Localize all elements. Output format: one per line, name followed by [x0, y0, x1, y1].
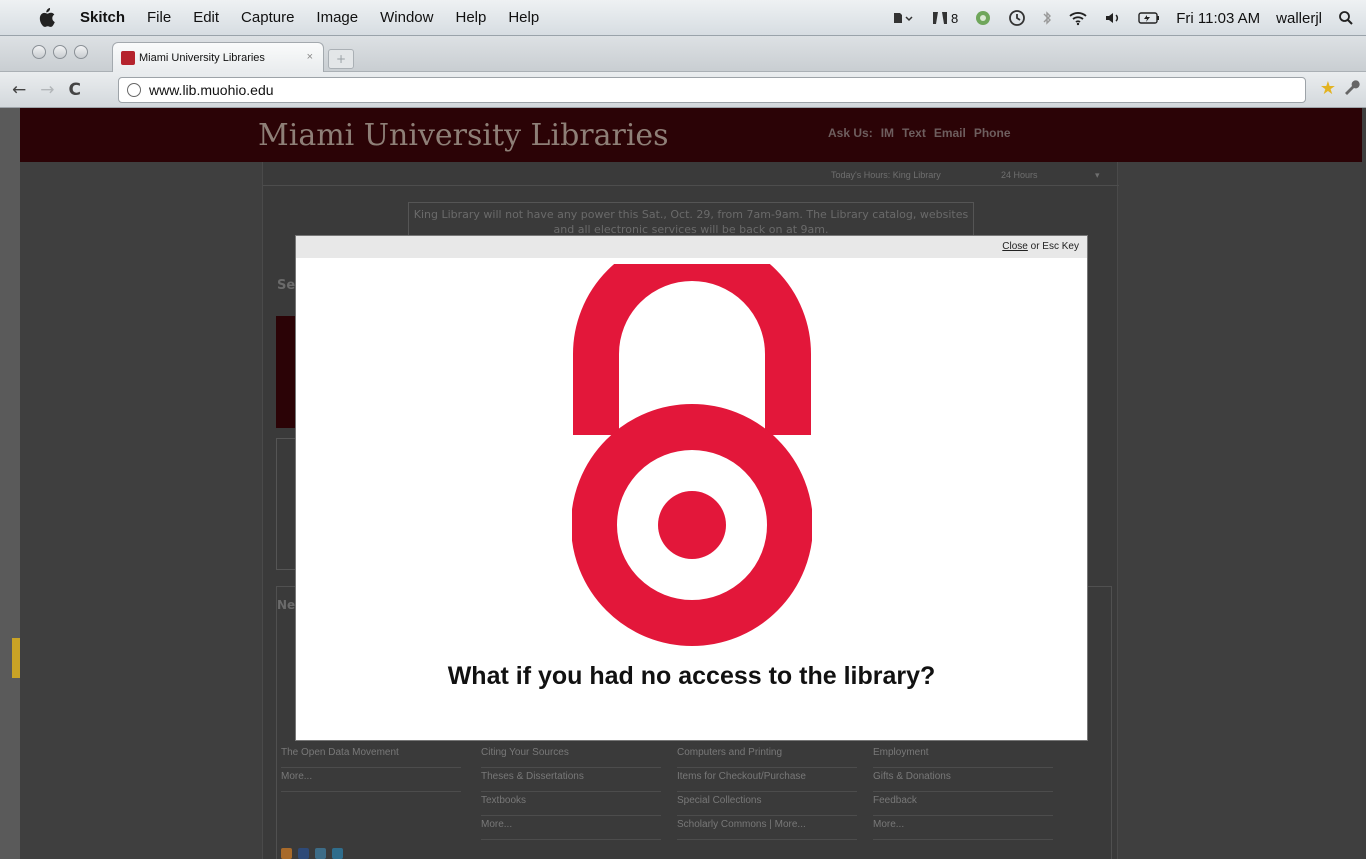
favicon-icon: [121, 50, 135, 65]
window-close-button[interactable]: [32, 45, 46, 59]
footer-link[interactable]: Feedback: [873, 792, 1053, 816]
reload-icon[interactable]: C: [69, 80, 81, 100]
hours-select[interactable]: 24 Hours: [1001, 170, 1038, 180]
browser-tab-active[interactable]: Miami University Libraries ×: [112, 42, 324, 72]
menu-help-2[interactable]: Help: [508, 9, 539, 26]
open-access-lock-icon: [572, 264, 812, 646]
footer-link[interactable]: Special Collections: [677, 792, 857, 816]
lock-keyhole: [658, 491, 726, 559]
menu-file[interactable]: File: [147, 9, 171, 26]
search-box-fragment: [276, 316, 296, 428]
footer-col-4: Employment Gifts & Donations Feedback Mo…: [873, 744, 1053, 840]
ask-us-text-link[interactable]: Text: [902, 126, 926, 140]
chevron-down-icon[interactable]: ▾: [1095, 170, 1100, 181]
bookmark-star-icon[interactable]: ★: [1320, 78, 1336, 99]
menu-edit[interactable]: Edit: [193, 9, 219, 26]
modal-close-link[interactable]: Close: [1002, 241, 1028, 252]
battery-icon[interactable]: [1138, 11, 1160, 25]
modal-titlebar: Close or Esc Key: [296, 236, 1087, 258]
footer-link[interactable]: Gifts & Donations: [873, 768, 1053, 792]
rss-icon[interactable]: [281, 848, 292, 859]
mac-menubar: Skitch File Edit Capture Image Window He…: [0, 0, 1366, 36]
news-heading-fragment: Ne: [277, 598, 296, 612]
footer-col-2: Citing Your Sources Theses & Dissertatio…: [481, 744, 661, 840]
adobe-updater-icon[interactable]: 8: [931, 10, 958, 26]
site-title[interactable]: Miami University Libraries: [258, 118, 669, 153]
twitter-icon[interactable]: [315, 848, 326, 859]
footer-link[interactable]: Textbooks: [481, 792, 661, 816]
share-icon[interactable]: [332, 848, 343, 859]
apple-icon[interactable]: [38, 8, 56, 28]
footer-link[interactable]: Employment: [873, 744, 1053, 768]
modal-headline: What if you had no access to the library…: [447, 662, 936, 690]
spotlight-search-icon[interactable]: [1338, 10, 1354, 26]
power-outage-notice: King Library will not have any power thi…: [408, 202, 974, 240]
footer-link[interactable]: Computers and Printing: [677, 744, 857, 768]
menu-window[interactable]: Window: [380, 9, 433, 26]
search-heading-fragment: Se: [277, 278, 296, 293]
tab-title: Miami University Libraries: [139, 51, 265, 64]
footer-link[interactable]: More...: [481, 816, 661, 840]
menubar-tray: 8 Fri 11:03 AM wallerjl: [891, 0, 1354, 36]
browser-toolbar: ← → C www.lib.muohio.edu ★: [0, 72, 1366, 108]
ask-us-phone-link[interactable]: Phone: [974, 126, 1011, 140]
browser-tabstrip: Miami University Libraries × +: [0, 36, 1366, 72]
bluetooth-icon[interactable]: [1042, 10, 1052, 26]
menubar-clock[interactable]: Fri 11:03 AM: [1176, 10, 1260, 27]
window-minimize-button[interactable]: [53, 45, 67, 59]
edge-highlight: [12, 638, 20, 678]
footer-col-1: The Open Data Movement More...: [281, 744, 461, 792]
evernote-icon[interactable]: [891, 10, 915, 26]
wrench-menu-icon[interactable]: [1342, 78, 1360, 101]
menu-help[interactable]: Help: [455, 9, 486, 26]
time-machine-icon[interactable]: [1008, 9, 1026, 27]
modal-close-suffix: or Esc Key: [1030, 241, 1079, 252]
address-bar[interactable]: www.lib.muohio.edu: [118, 77, 1306, 103]
menu-app-skitch[interactable]: Skitch: [80, 9, 125, 26]
site-header-banner: Miami University Libraries Ask Us: IM Te…: [20, 108, 1362, 162]
ask-us-im-link[interactable]: IM: [881, 126, 894, 140]
ask-us-email-link[interactable]: Email: [934, 126, 966, 140]
window-edge-strip: [0, 108, 20, 859]
volume-icon[interactable]: [1104, 10, 1122, 26]
modal-close-hint: Close or Esc Key: [1002, 241, 1079, 252]
footer-link[interactable]: The Open Data Movement: [281, 744, 461, 768]
footer-link[interactable]: More...: [873, 816, 1053, 840]
sync-icon[interactable]: [974, 9, 992, 27]
footer-col-3: Computers and Printing Items for Checkou…: [677, 744, 857, 840]
tray-badge-count: 8: [951, 10, 959, 26]
facebook-icon[interactable]: [298, 848, 309, 859]
new-tab-button[interactable]: +: [328, 49, 354, 69]
lightbox-modal: Close or Esc Key What if you had no acce…: [296, 236, 1087, 740]
ask-us-bar: Ask Us: IM Text Email Phone: [828, 126, 1011, 140]
menubar-user[interactable]: wallerjl: [1276, 10, 1322, 27]
wifi-icon[interactable]: [1068, 10, 1088, 26]
ask-us-label: Ask Us:: [828, 126, 873, 140]
footer-link[interactable]: Items for Checkout/Purchase: [677, 768, 857, 792]
footer-link[interactable]: More...: [281, 768, 461, 792]
forward-arrow-icon[interactable]: →: [40, 80, 54, 100]
back-arrow-icon[interactable]: ←: [12, 80, 26, 100]
hours-bar: Today's Hours: King Library 24 Hours ▾: [263, 162, 1119, 186]
footer-link[interactable]: Theses & Dissertations: [481, 768, 661, 792]
globe-icon: [127, 83, 141, 97]
tab-close-icon[interactable]: ×: [307, 51, 313, 63]
menu-capture[interactable]: Capture: [241, 9, 294, 26]
footer-link[interactable]: Scholarly Commons | More...: [677, 816, 857, 840]
window-zoom-button[interactable]: [74, 45, 88, 59]
content-box-fragment: [276, 438, 296, 570]
social-icons: [281, 848, 343, 859]
menu-image[interactable]: Image: [316, 9, 358, 26]
footer-link[interactable]: Citing Your Sources: [481, 744, 661, 768]
hours-label: Today's Hours: King Library: [831, 170, 941, 180]
address-bar-url: www.lib.muohio.edu: [149, 82, 274, 98]
